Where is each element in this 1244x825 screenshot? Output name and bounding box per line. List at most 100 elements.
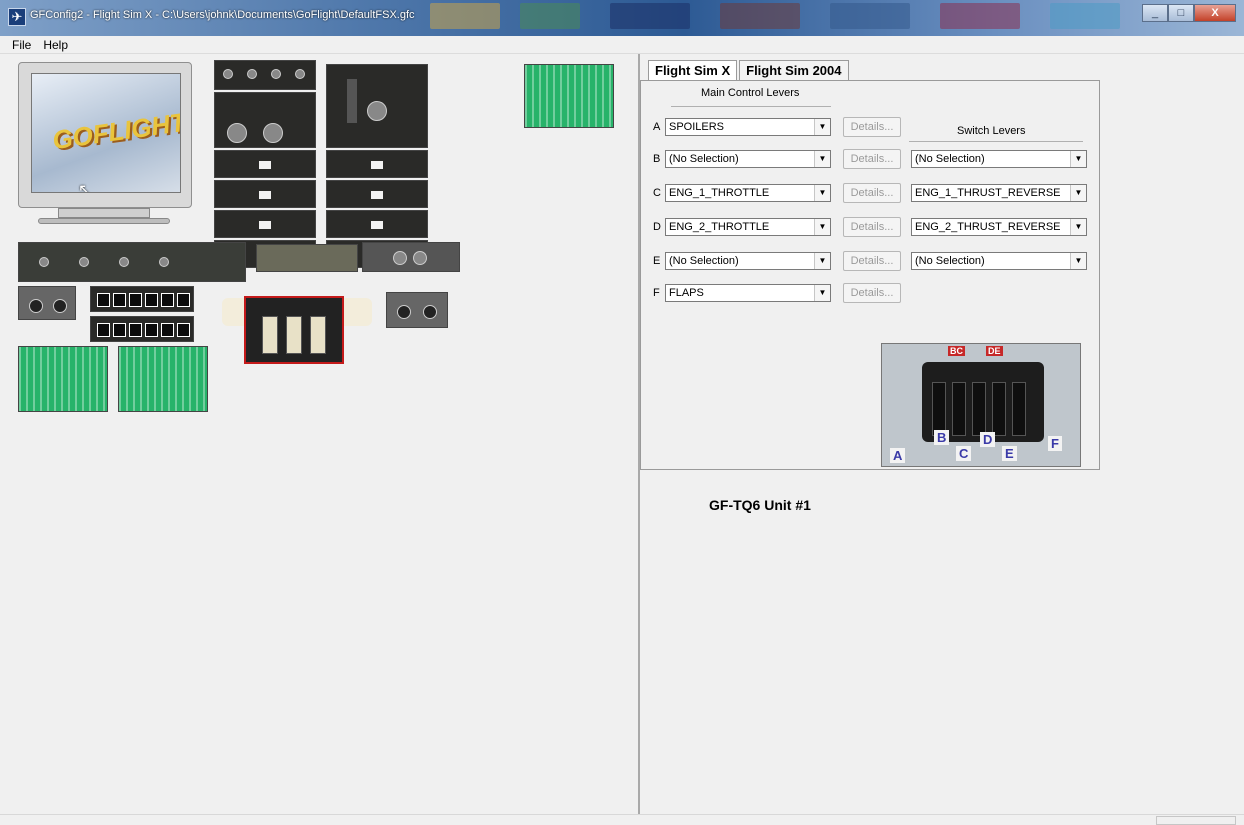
switch-lever-select-e[interactable]: (No Selection) ▼ bbox=[911, 252, 1087, 270]
switch-lever-select-d[interactable]: ENG_2_THRUST_REVERSE ▼ bbox=[911, 218, 1087, 236]
gf-module-p8-1[interactable] bbox=[214, 150, 316, 178]
switch-lever-value: ENG_2_THRUST_REVERSE bbox=[915, 221, 1061, 233]
goflight-monitor[interactable]: GOFLIGHT ↖ bbox=[18, 62, 192, 208]
tq-lever bbox=[992, 382, 1006, 436]
lever-row-e: E (No Selection) ▼ bbox=[653, 251, 831, 271]
lever-letter: D bbox=[653, 221, 661, 233]
gf-module-p8-2[interactable] bbox=[326, 150, 428, 178]
tq-lever-2 bbox=[286, 316, 302, 354]
gf-module-t8-bottom-right[interactable] bbox=[118, 346, 208, 412]
title-bar: ✈ GFConfig2 - Flight Sim X - C:\Users\jo… bbox=[0, 0, 1244, 36]
tq-lever bbox=[1012, 382, 1026, 436]
main-levers-heading: Main Control Levers bbox=[701, 87, 800, 99]
switch-lever-value: (No Selection) bbox=[915, 255, 985, 267]
main-lever-value: ENG_2_THROTTLE bbox=[669, 221, 770, 233]
gf-module-p8-6[interactable] bbox=[326, 210, 428, 238]
unit-label: GF-TQ6 Unit #1 bbox=[709, 497, 811, 513]
details-button-f[interactable]: Details... bbox=[843, 283, 901, 303]
main-lever-select-c[interactable]: ENG_1_THROTTLE ▼ bbox=[665, 184, 831, 202]
gf-module-t8-top[interactable] bbox=[524, 64, 614, 128]
chevron-down-icon: ▼ bbox=[1070, 219, 1086, 235]
minimize-button[interactable]: _ bbox=[1142, 4, 1168, 22]
chevron-down-icon: ▼ bbox=[1070, 151, 1086, 167]
gf-module-p8-5[interactable] bbox=[214, 210, 316, 238]
main-lever-value: FLAPS bbox=[669, 287, 704, 299]
tq-tag-f: F bbox=[1048, 436, 1062, 451]
gf-module-efis[interactable] bbox=[214, 92, 316, 148]
main-levers-divider bbox=[671, 106, 831, 107]
main-lever-select-d[interactable]: ENG_2_THROTTLE ▼ bbox=[665, 218, 831, 236]
goflight-app-icon[interactable]: ✈ bbox=[8, 8, 26, 26]
lever-row-b: B (No Selection) ▼ bbox=[653, 149, 831, 169]
main-lever-value: ENG_1_THROTTLE bbox=[669, 187, 770, 199]
main-lever-select-b[interactable]: (No Selection) ▼ bbox=[665, 150, 831, 168]
tq-lever bbox=[932, 382, 946, 436]
tq-lever-1 bbox=[262, 316, 278, 354]
gf-module-rp2-left[interactable] bbox=[18, 286, 76, 320]
tab-flight-sim-x[interactable]: Flight Sim X bbox=[648, 60, 738, 82]
sim-tabs: Flight Sim X Flight Sim 2004 bbox=[648, 60, 851, 82]
main-lever-value: (No Selection) bbox=[669, 153, 739, 165]
close-button[interactable]: X bbox=[1194, 4, 1236, 22]
menu-help[interactable]: Help bbox=[37, 38, 74, 52]
details-button-c[interactable]: Details... bbox=[843, 183, 901, 203]
main-lever-select-e[interactable]: (No Selection) ▼ bbox=[665, 252, 831, 270]
main-lever-select-a[interactable]: SPOILERS ▼ bbox=[665, 118, 831, 136]
main-lever-value: (No Selection) bbox=[669, 255, 739, 267]
details-button-e[interactable]: Details... bbox=[843, 251, 901, 271]
maximize-button[interactable]: □ bbox=[1168, 4, 1194, 22]
menu-bar: File Help bbox=[0, 36, 1244, 54]
tq-tag-de: DE bbox=[986, 346, 1003, 356]
chevron-down-icon: ▼ bbox=[814, 285, 830, 301]
details-button-a[interactable]: Details... bbox=[843, 117, 901, 137]
monitor-screen: GOFLIGHT ↖ bbox=[31, 73, 181, 193]
main-lever-select-f[interactable]: FLAPS ▼ bbox=[665, 284, 831, 302]
gf-module-radio-stack[interactable] bbox=[18, 242, 246, 282]
tq-lever bbox=[952, 382, 966, 436]
throttle-quadrant-image: BC DE A B C D E F bbox=[881, 343, 1081, 467]
tab-flight-sim-2004[interactable]: Flight Sim 2004 bbox=[739, 60, 849, 82]
tq-lever bbox=[972, 382, 986, 436]
gf-module-rp48[interactable] bbox=[214, 60, 316, 90]
lever-row-c: C ENG_1_THROTTLE ▼ bbox=[653, 183, 831, 203]
chevron-down-icon: ▼ bbox=[814, 119, 830, 135]
chevron-down-icon: ▼ bbox=[1070, 185, 1086, 201]
switch-lever-value: ENG_1_THRUST_REVERSE bbox=[915, 187, 1061, 199]
switch-lever-select-b[interactable]: (No Selection) ▼ bbox=[911, 150, 1087, 168]
tq-tag-e: E bbox=[1002, 446, 1017, 461]
switch-levers-divider bbox=[909, 141, 1083, 142]
lever-letter: E bbox=[653, 255, 661, 267]
gf-module-rp2-right[interactable] bbox=[386, 292, 448, 328]
switch-levers-heading: Switch Levers bbox=[957, 125, 1026, 137]
lever-row-d: D ENG_2_THROTTLE ▼ bbox=[653, 217, 831, 237]
lever-letter: F bbox=[653, 287, 660, 299]
tq-tag-c: C bbox=[956, 446, 972, 461]
status-bar bbox=[0, 814, 1244, 825]
monitor-foot bbox=[38, 218, 170, 224]
window-title: GFConfig2 - Flight Sim X - C:\Users\john… bbox=[30, 9, 415, 21]
gf-module-t8-bottom-left[interactable] bbox=[18, 346, 108, 412]
chevron-down-icon: ▼ bbox=[814, 219, 830, 235]
config-panel: Flight Sim X Flight Sim 2004 Main Contro… bbox=[640, 54, 1244, 814]
details-button-d[interactable]: Details... bbox=[843, 217, 901, 237]
gf-module-lcd-1[interactable] bbox=[90, 286, 194, 312]
lever-letter: C bbox=[653, 187, 661, 199]
gf-module-rp4[interactable] bbox=[362, 242, 460, 272]
gf-module-t8-panel[interactable] bbox=[256, 244, 358, 272]
chevron-down-icon: ▼ bbox=[814, 151, 830, 167]
gf-module-lcd-2[interactable] bbox=[90, 316, 194, 342]
tq-lever-3 bbox=[310, 316, 326, 354]
status-panel bbox=[1156, 816, 1236, 825]
menu-file[interactable]: File bbox=[6, 38, 37, 52]
tq-tag-b: B bbox=[934, 430, 950, 445]
details-button-b[interactable]: Details... bbox=[843, 149, 901, 169]
tab-content: Main Control Levers Switch Levers A SPOI… bbox=[640, 80, 1100, 513]
main-lever-value: SPOILERS bbox=[669, 121, 725, 133]
gf-module-mcp[interactable] bbox=[326, 64, 428, 148]
gf-module-p8-3[interactable] bbox=[214, 180, 316, 208]
monitor-stand bbox=[58, 208, 150, 218]
mouse-cursor-icon: ↖ bbox=[78, 182, 92, 193]
switch-lever-select-c[interactable]: ENG_1_THRUST_REVERSE ▼ bbox=[911, 184, 1087, 202]
gf-module-p8-4[interactable] bbox=[326, 180, 428, 208]
chevron-down-icon: ▼ bbox=[814, 185, 830, 201]
